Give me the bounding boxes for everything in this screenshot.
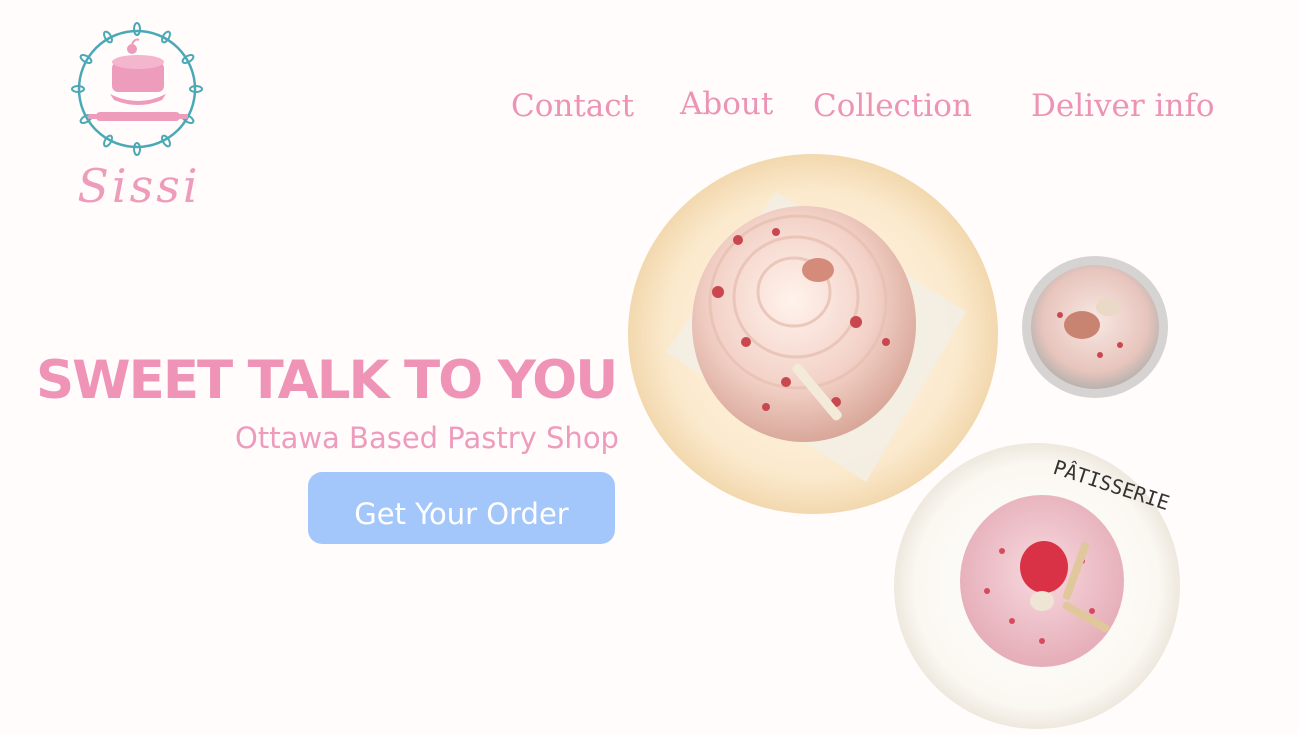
nav-contact[interactable]: Contact — [511, 88, 634, 124]
hero-title: SWEET TALK TO YOU — [36, 350, 618, 411]
brand-name: Sissi — [77, 159, 201, 213]
cup-dessert-photo — [1022, 256, 1168, 398]
get-your-order-button[interactable]: Get Your Order — [308, 472, 615, 544]
nav-deliver-info[interactable]: Deliver info — [1031, 88, 1215, 124]
nav-about[interactable]: About — [680, 86, 773, 122]
hero-subtitle: Ottawa Based Pastry Shop — [235, 421, 619, 455]
main-nav: Contact About Collection Deliver info — [0, 0, 1299, 150]
patisserie-plate-photo: PÂTISSERIE — [894, 443, 1180, 729]
nav-collection[interactable]: Collection — [813, 88, 972, 124]
